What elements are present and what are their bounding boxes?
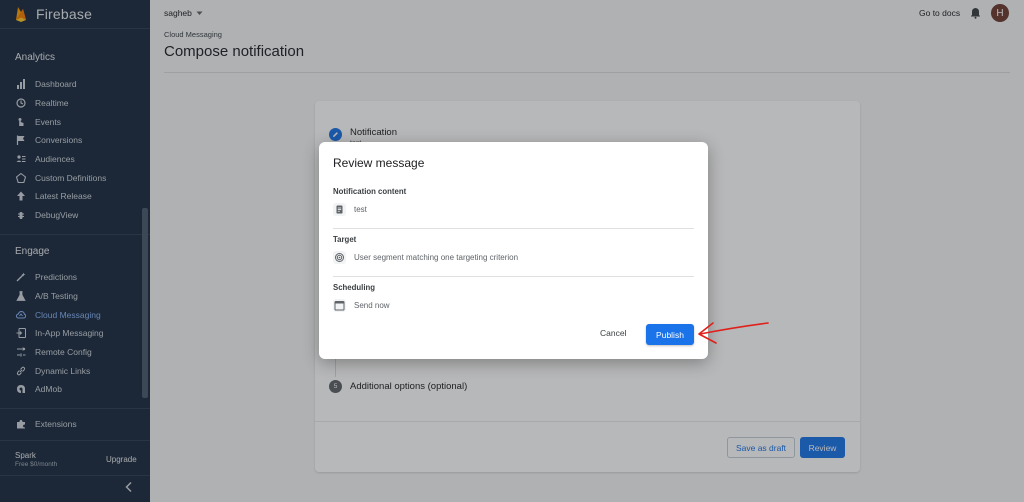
target-heading: Target	[333, 235, 357, 244]
notification-content-heading: Notification content	[333, 187, 407, 196]
scheduling-row: Send now	[333, 299, 390, 312]
document-icon	[333, 203, 346, 216]
cancel-button[interactable]: Cancel	[600, 328, 626, 338]
scheduling-value: Send now	[354, 301, 390, 310]
notification-content-value: test	[354, 205, 367, 214]
review-message-dialog: Review message Notification content test…	[319, 142, 708, 359]
notification-content-row: test	[333, 203, 367, 216]
dialog-divider	[333, 276, 694, 277]
dialog-title: Review message	[333, 156, 425, 170]
target-value: User segment matching one targeting crit…	[354, 253, 519, 262]
annotation-arrow-icon	[698, 322, 769, 344]
dialog-divider	[333, 228, 694, 229]
calendar-icon	[333, 299, 346, 312]
target-icon	[333, 251, 346, 264]
publish-button[interactable]: Publish	[646, 324, 694, 345]
target-row: User segment matching one targeting crit…	[333, 251, 518, 264]
scheduling-heading: Scheduling	[333, 283, 376, 292]
